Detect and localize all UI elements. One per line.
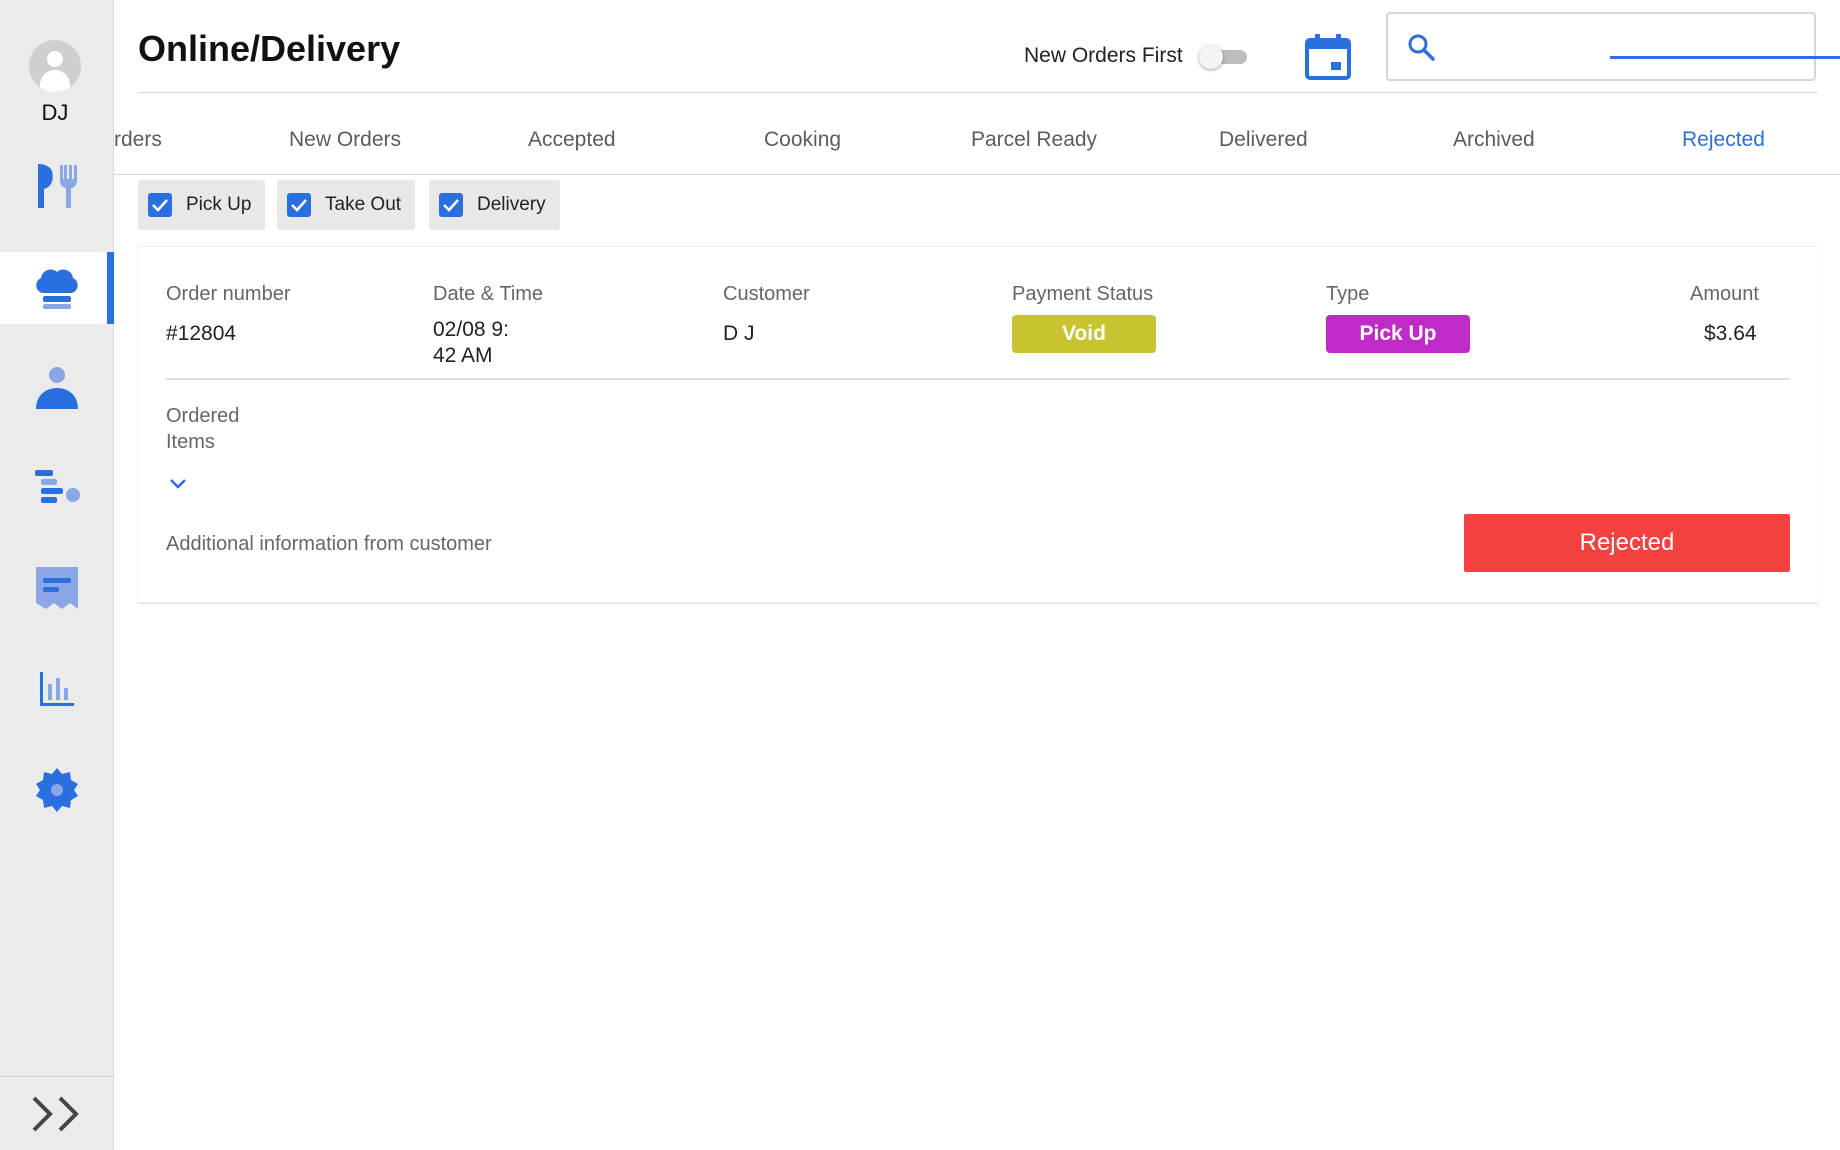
- sidebar-item-reports[interactable]: [0, 652, 114, 724]
- type-header: Type: [1326, 283, 1370, 305]
- checkbox-checked-icon[interactable]: [148, 193, 172, 217]
- order-number: #12804: [166, 322, 237, 345]
- tab-orders[interactable]: rders: [114, 128, 162, 152]
- filter-take-out[interactable]: Take Out: [277, 180, 416, 230]
- checkbox-checked-icon[interactable]: [287, 193, 311, 217]
- search-box[interactable]: [1386, 12, 1816, 81]
- calendar-button[interactable]: [1303, 32, 1353, 82]
- double-chevron-right-icon: [32, 1096, 79, 1131]
- tab-archived[interactable]: Archived: [1453, 128, 1535, 152]
- chevron-down-icon: [170, 479, 186, 489]
- payment-status-header: Payment Status: [1012, 283, 1154, 305]
- order-amount: $3.64: [1704, 322, 1757, 345]
- order-card: Order number Date & Time Customer Paymen…: [138, 246, 1818, 602]
- tab-cooking[interactable]: Cooking: [764, 128, 841, 152]
- bar-chart-icon: [40, 672, 74, 706]
- search-input[interactable]: [1448, 26, 1798, 66]
- sidebar-item-queue[interactable]: [0, 452, 114, 524]
- sidebar-item-customers[interactable]: [0, 352, 114, 424]
- customer-name: D J: [723, 322, 755, 345]
- card-divider: [166, 378, 1790, 380]
- expand-ordered-items-button[interactable]: [168, 477, 188, 496]
- sidebar-item-receipts[interactable]: [0, 552, 114, 624]
- sidebar-item-settings[interactable]: [0, 754, 114, 826]
- filter-label: Take Out: [325, 194, 402, 215]
- list-icon: [35, 470, 80, 503]
- tabs-divider: [114, 174, 1840, 175]
- filter-label: Delivery: [477, 194, 546, 215]
- utensils-icon: [38, 164, 77, 208]
- rejected-status-button[interactable]: Rejected: [1464, 514, 1790, 572]
- tab-rejected[interactable]: Rejected: [1682, 128, 1765, 152]
- new-orders-first-control: New Orders First: [1024, 44, 1249, 69]
- sidebar-item-menu[interactable]: [0, 150, 114, 222]
- sidebar: DJ: [0, 0, 114, 1150]
- active-tab-indicator: [1610, 56, 1840, 59]
- receipt-icon: [36, 567, 78, 609]
- status-tabs: rders New Orders Accepted Cooking Parcel…: [114, 116, 1840, 176]
- filter-pick-up[interactable]: Pick Up: [138, 180, 266, 230]
- order-date: 02/08 9:: [433, 318, 509, 341]
- page-title: Online/Delivery: [138, 28, 401, 69]
- filter-delivery[interactable]: Delivery: [429, 180, 560, 230]
- tab-new-orders[interactable]: New Orders: [289, 128, 401, 152]
- date-time-header: Date & Time: [433, 283, 544, 305]
- ordered-items-label: Ordered Items: [166, 405, 240, 453]
- avatar[interactable]: [29, 40, 81, 92]
- user-initials: DJ: [41, 100, 69, 125]
- sidebar-expand-button[interactable]: [0, 1076, 114, 1150]
- order-number-header: Order number: [166, 283, 291, 305]
- gear-icon: [36, 768, 78, 812]
- filter-label: Pick Up: [186, 194, 252, 215]
- new-orders-first-toggle[interactable]: [1198, 45, 1249, 69]
- payment-status-badge: Void: [1012, 315, 1156, 353]
- calendar-icon: [1305, 34, 1351, 80]
- order-type-badge: Pick Up: [1326, 315, 1470, 353]
- toggle-label: New Orders First: [1024, 44, 1183, 67]
- checkbox-checked-icon[interactable]: [439, 193, 463, 217]
- person-icon: [36, 367, 78, 409]
- order-time: 42 AM: [433, 344, 493, 367]
- amount-header: Amount: [1690, 283, 1759, 305]
- tab-accepted[interactable]: Accepted: [528, 128, 616, 152]
- tab-parcel-ready[interactable]: Parcel Ready: [971, 128, 1097, 152]
- app-root: DJ Online/Delivery New Orders First rder…: [0, 0, 1840, 1150]
- additional-info-label: Additional information from customer: [166, 533, 492, 555]
- chef-hat-icon: [36, 269, 78, 309]
- customer-header: Customer: [723, 283, 810, 305]
- tab-delivered[interactable]: Delivered: [1219, 128, 1308, 152]
- search-icon: [1408, 34, 1435, 61]
- sidebar-item-online-orders[interactable]: [0, 252, 114, 324]
- header-divider: [138, 92, 1818, 93]
